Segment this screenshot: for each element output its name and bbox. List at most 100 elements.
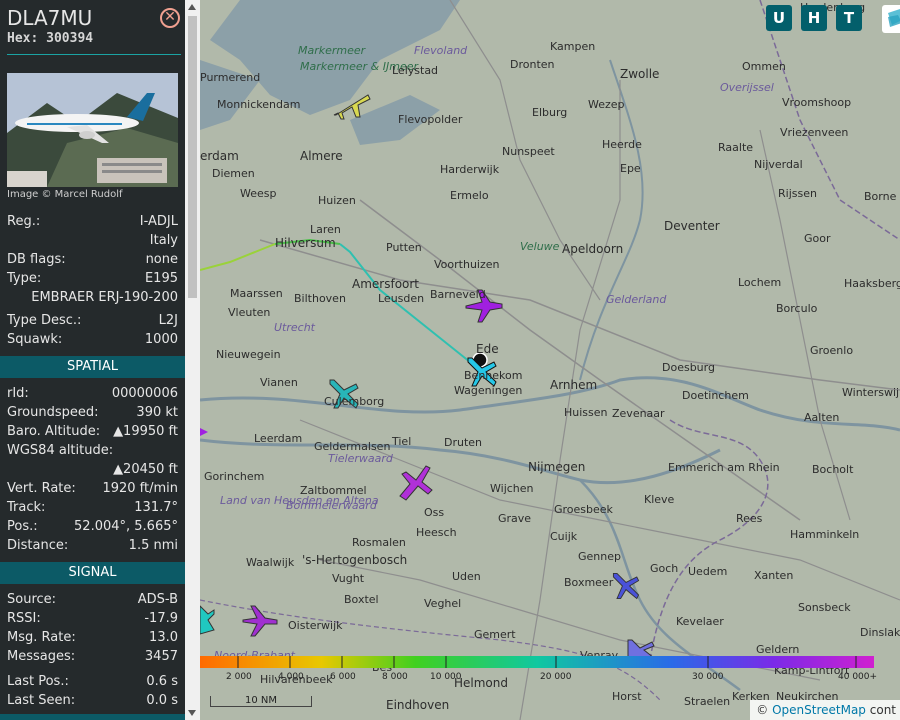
place-label: Apeldoorn	[562, 242, 624, 256]
toggle-u-button[interactable]: U	[766, 5, 792, 31]
place-label: Vleuten	[228, 306, 271, 319]
map-view[interactable]: Markermeer Markermeer & IJmeer Flevoland…	[200, 0, 900, 720]
place-label: Lochem	[738, 276, 782, 289]
place-label: Bilthoven	[294, 292, 346, 305]
scroll-up-arrow-icon[interactable]	[188, 4, 196, 10]
squawk-label: Squawk:	[7, 332, 63, 347]
place-label: Grave	[498, 512, 532, 525]
position-label: Pos.:	[7, 519, 38, 534]
place-label: 's-Hertogenbosch	[302, 553, 408, 567]
place-label: Goch	[650, 562, 679, 575]
place-label: Putten	[386, 241, 422, 254]
place-label: Emmerich am Rhein	[668, 461, 780, 474]
place-label: Groesbeek	[554, 503, 613, 516]
close-icon[interactable]: ✕	[160, 8, 180, 28]
scrollbar-thumb[interactable]	[188, 16, 197, 298]
distance-scale-label: 10 NM	[245, 695, 278, 706]
place-label: Leusden	[378, 292, 425, 305]
altitude-scale-label: 8 000	[382, 672, 408, 682]
row-position: Pos.: 52.004°, 5.665°	[7, 518, 178, 536]
aircraft-icon-magenta[interactable]	[396, 462, 436, 502]
row-wgs84-label: WGS84 altitude:	[7, 442, 178, 460]
spatial-header[interactable]: SPATIAL	[0, 356, 185, 378]
aircraft-icon-blue[interactable]	[608, 568, 644, 604]
msg-rate-label: Msg. Rate:	[7, 630, 76, 645]
place-label: Uden	[452, 570, 481, 583]
place-label: Groenlo	[810, 344, 854, 357]
place-label: Waalwijk	[246, 556, 295, 569]
toggle-t-button[interactable]: T	[836, 5, 862, 31]
last-seen-label: Last Seen:	[7, 693, 76, 708]
place-label: Oss	[424, 506, 445, 519]
place-label: Deventer	[664, 219, 720, 233]
place-label: Winterswijk	[842, 386, 900, 399]
squawk-value: 1000	[144, 332, 178, 347]
altitude-scale-label: 10 000	[430, 672, 462, 682]
place-label: Elburg	[532, 106, 568, 119]
place-label: Huissen	[564, 406, 608, 419]
toggle-h-button[interactable]: H	[801, 5, 827, 31]
place-label: Cuijk	[550, 530, 578, 543]
altitude-color-scale	[200, 656, 874, 668]
reg-value: I-ADJL	[139, 214, 178, 229]
place-label: Hilversum	[275, 236, 336, 250]
place-label: Barneveld	[430, 288, 486, 301]
place-label: Hamminkeln	[790, 528, 860, 541]
divider	[7, 54, 181, 55]
rid-value: 00000006	[111, 386, 178, 401]
rid-label: rId:	[7, 386, 29, 401]
place-label: Almere	[300, 149, 343, 163]
aircraft-icon-partial[interactable]	[200, 600, 216, 640]
sidebar-scrollbar[interactable]	[185, 0, 200, 720]
signal-header[interactable]: SIGNAL	[0, 562, 185, 584]
aircraft-icon-teal[interactable]	[324, 374, 364, 414]
place-label: Dronten	[510, 58, 555, 71]
place-label: Gemert	[474, 628, 516, 641]
place-label: Purmerend	[200, 71, 261, 84]
place-label: Flevoland	[414, 44, 468, 57]
place-label: Bennekom	[464, 369, 523, 382]
place-label: Aalten	[804, 411, 840, 424]
reg-label: Reg.:	[7, 214, 41, 229]
next-section-header[interactable]	[0, 714, 185, 720]
layers-button[interactable]	[882, 5, 900, 33]
place-label: Eindhoven	[386, 698, 450, 712]
distance-label: Distance:	[7, 538, 69, 553]
row-country: Italy	[7, 232, 178, 250]
row-last-pos: Last Pos.: 0.6 s	[7, 673, 178, 691]
place-label: Wageningen	[454, 384, 523, 397]
aircraft-icon-violet[interactable]	[238, 600, 280, 640]
baro-altitude-label: Baro. Altitude:	[7, 424, 101, 439]
place-label: Goor	[804, 232, 831, 245]
place-label: Maarssen	[230, 287, 283, 300]
place-label: Amersfoort	[352, 277, 420, 291]
aircraft-icon-edge[interactable]	[200, 420, 210, 440]
row-squawk: Squawk: 1000	[7, 331, 178, 349]
aircraft-photo[interactable]	[7, 73, 178, 187]
place-label: Sonsbeck	[798, 601, 851, 614]
place-label: Raalte	[718, 141, 754, 154]
rssi-label: RSSI:	[7, 611, 41, 626]
row-msg-rate: Msg. Rate: 13.0	[7, 629, 178, 647]
dbflags-value: none	[145, 252, 178, 267]
scroll-down-arrow-icon[interactable]	[188, 710, 196, 716]
place-label: Helmond	[454, 676, 508, 690]
aircraft-icon-yellow[interactable]	[330, 85, 374, 125]
type-value: E195	[144, 271, 178, 286]
type-label: Type:	[7, 271, 42, 286]
place-label: Veluwe	[520, 240, 560, 253]
place-label: Nunspeet	[502, 145, 555, 158]
groundspeed-label: Groundspeed:	[7, 405, 99, 420]
openstreetmap-link[interactable]: OpenStreetMap	[772, 703, 866, 717]
place-label: Boxtel	[344, 593, 379, 606]
last-pos-value: 0.6 s	[146, 674, 178, 689]
messages-value: 3457	[144, 649, 178, 664]
row-groundspeed: Groundspeed: 390 kt	[7, 404, 178, 422]
distance-value: 1.5 nmi	[128, 538, 178, 553]
place-label: Lelystad	[392, 64, 439, 77]
place-label: Nieuwegein	[216, 348, 281, 361]
place-label: Markermeer	[298, 44, 366, 57]
vert-rate-value: 1920 ft/min	[102, 481, 178, 496]
row-type: Type: E195	[7, 270, 178, 288]
place-label: Nijverdal	[754, 158, 803, 171]
